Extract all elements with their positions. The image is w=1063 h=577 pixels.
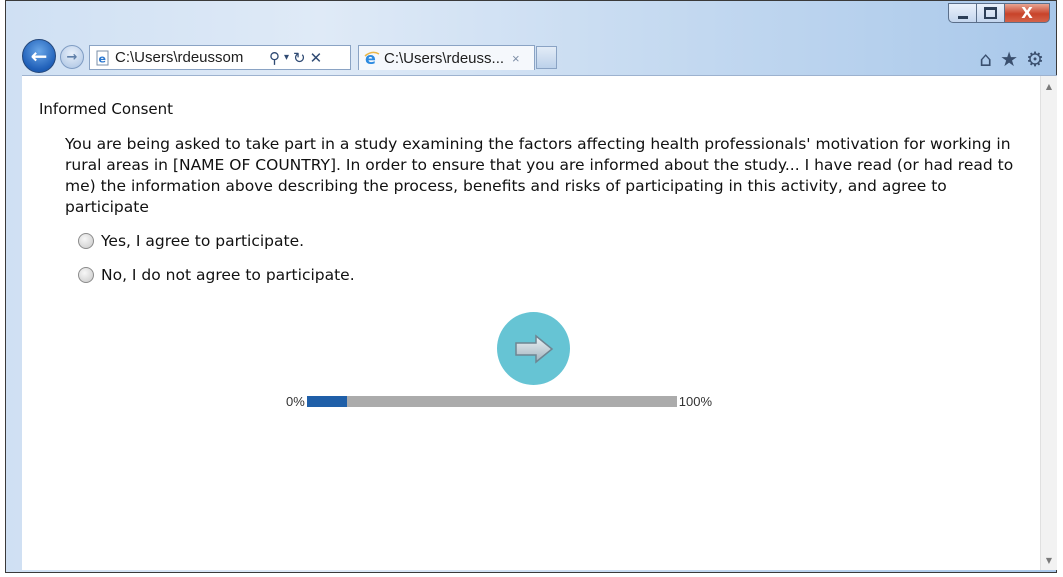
right-arrow-icon [514, 333, 553, 364]
vertical-scrollbar[interactable]: ▲ ▼ [1040, 76, 1057, 570]
tab-close-icon[interactable]: × [512, 51, 520, 66]
back-button[interactable]: ← [22, 39, 56, 73]
tab-title: C:\Users\rdeuss... [384, 49, 505, 67]
browser-toolbar: ← → e C:\Users\rdeussom ⚲ ▾ ↻ ✕ e C:\Use… [6, 33, 1056, 75]
tab-active[interactable]: e C:\Users\rdeuss... × [358, 45, 535, 70]
ie-logo-icon: e [364, 50, 380, 66]
page-title: Informed Consent [39, 100, 174, 118]
scroll-down-icon[interactable]: ▼ [1041, 552, 1057, 568]
progress-max-label: 100% [678, 393, 713, 409]
maximize-button[interactable] [976, 3, 1004, 23]
browser-tools: ⌂ ★ ⚙ [979, 47, 1044, 71]
option-yes-label[interactable]: Yes, I agree to participate. [101, 232, 304, 250]
search-icon[interactable]: ⚲ [269, 49, 280, 67]
svg-text:e: e [99, 52, 106, 65]
minimize-button[interactable] [948, 3, 976, 23]
progress-bar: 0% 100% [286, 393, 713, 409]
browser-window: X ← → e C:\Users\rdeussom ⚲ ▾ ↻ ✕ e C:\U… [5, 0, 1057, 573]
next-button[interactable] [497, 312, 570, 385]
progress-min-label: 0% [286, 393, 305, 409]
page-icon: e [95, 50, 111, 66]
close-icon: X [1021, 3, 1033, 22]
address-text[interactable]: C:\Users\rdeussom [115, 49, 265, 66]
address-bar[interactable]: e C:\Users\rdeussom ⚲ ▾ ↻ ✕ [89, 45, 351, 70]
radio-no[interactable] [78, 267, 94, 283]
progress-track [306, 395, 677, 407]
dropdown-icon[interactable]: ▾ [284, 52, 289, 63]
gear-icon[interactable]: ⚙ [1026, 47, 1044, 71]
stop-icon[interactable]: ✕ [310, 49, 323, 67]
maximize-icon [984, 7, 997, 19]
minimize-icon [957, 15, 968, 19]
option-yes[interactable]: Yes, I agree to participate. [78, 232, 304, 250]
home-icon[interactable]: ⌂ [979, 47, 992, 71]
window-controls: X [948, 3, 1050, 25]
consent-text: You are being asked to take part in a st… [65, 135, 1014, 216]
close-window-button[interactable]: X [1004, 3, 1050, 23]
scroll-up-icon[interactable]: ▲ [1041, 78, 1057, 94]
new-tab-button[interactable] [536, 46, 557, 69]
option-no-label[interactable]: No, I do not agree to participate. [101, 266, 355, 284]
forward-button[interactable]: → [60, 45, 84, 69]
radio-yes[interactable] [78, 233, 94, 249]
back-arrow-icon: ← [30, 44, 48, 68]
favorites-star-icon[interactable]: ★ [1000, 47, 1018, 71]
forward-arrow-icon: → [66, 49, 78, 65]
progress-fill [306, 395, 348, 407]
refresh-icon[interactable]: ↻ [293, 49, 306, 67]
option-no[interactable]: No, I do not agree to participate. [78, 266, 355, 284]
page-content: Informed Consent You are being asked to … [22, 75, 1057, 570]
